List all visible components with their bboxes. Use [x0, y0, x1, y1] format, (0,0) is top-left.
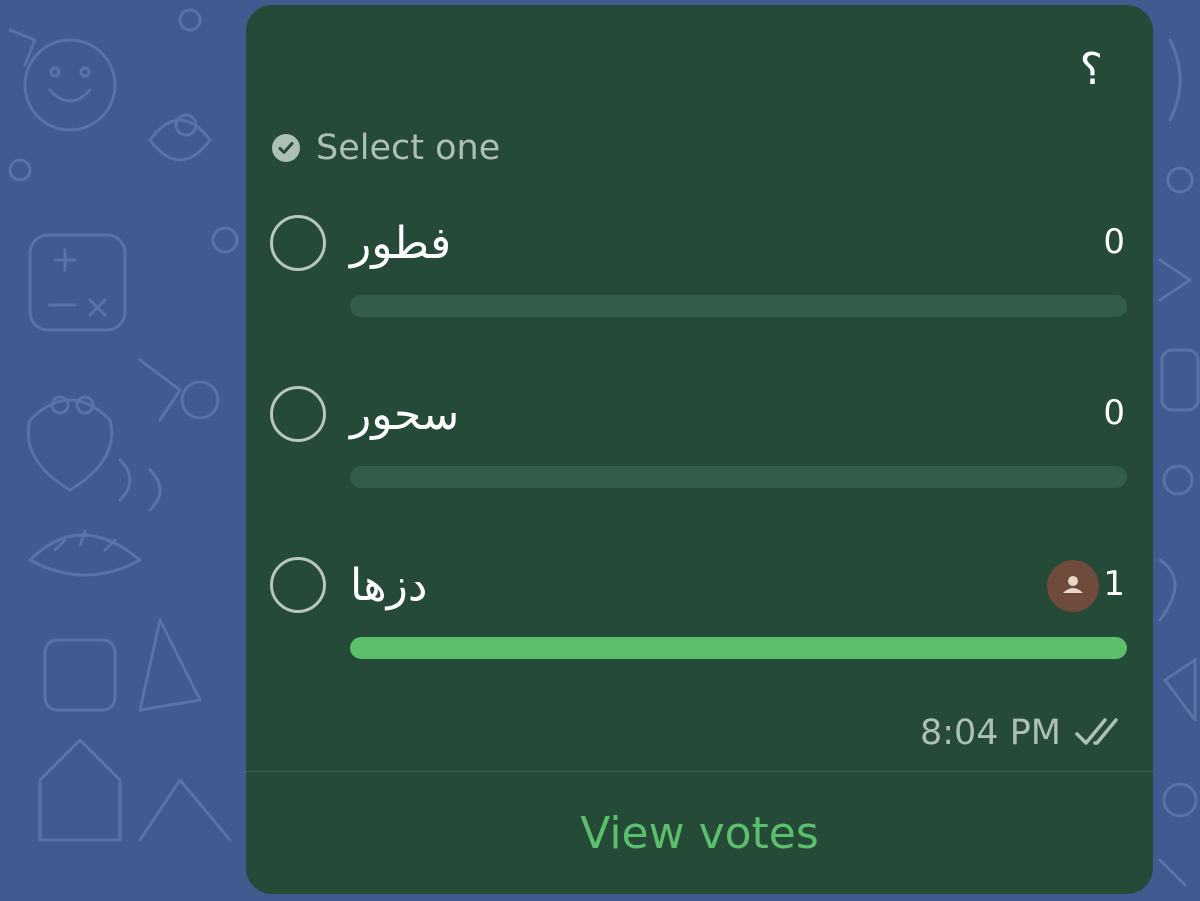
option-label: سحور — [350, 389, 460, 440]
voter-avatar[interactable] — [1047, 560, 1099, 612]
option-vote-count: 0 — [1103, 222, 1125, 262]
option-radio[interactable] — [270, 386, 326, 442]
option-progress-bar — [350, 466, 1127, 488]
option-progress-fill — [350, 637, 1127, 659]
poll-option[interactable]: سحور 0 — [246, 386, 1153, 516]
option-radio[interactable] — [270, 215, 326, 271]
poll-message-bubble: ؟ Select one فطور 0 سحور 0 دزها 1 8:04 P… — [246, 5, 1153, 894]
option-radio[interactable] — [270, 557, 326, 613]
poll-option[interactable]: دزها 1 — [246, 557, 1153, 687]
message-meta: 8:04 PM — [920, 707, 1125, 759]
person-icon — [1063, 576, 1083, 593]
view-votes-button[interactable]: View votes — [246, 772, 1153, 894]
option-vote-count: 0 — [1103, 393, 1125, 433]
message-time: 8:04 PM — [919, 713, 1061, 753]
double-check-icon — [1075, 718, 1118, 745]
option-label: فطور — [350, 218, 452, 269]
option-label: دزها — [350, 560, 428, 611]
option-progress-bar — [350, 295, 1127, 317]
poll-type-indicator: Select one — [272, 121, 500, 175]
poll-question: ؟ — [1079, 44, 1103, 95]
poll-type-label: Select one — [316, 128, 501, 168]
option-vote-count: 1 — [1103, 564, 1125, 604]
option-progress-bar — [350, 637, 1127, 659]
poll-option[interactable]: فطور 0 — [246, 215, 1153, 345]
check-circle-icon — [272, 134, 300, 162]
